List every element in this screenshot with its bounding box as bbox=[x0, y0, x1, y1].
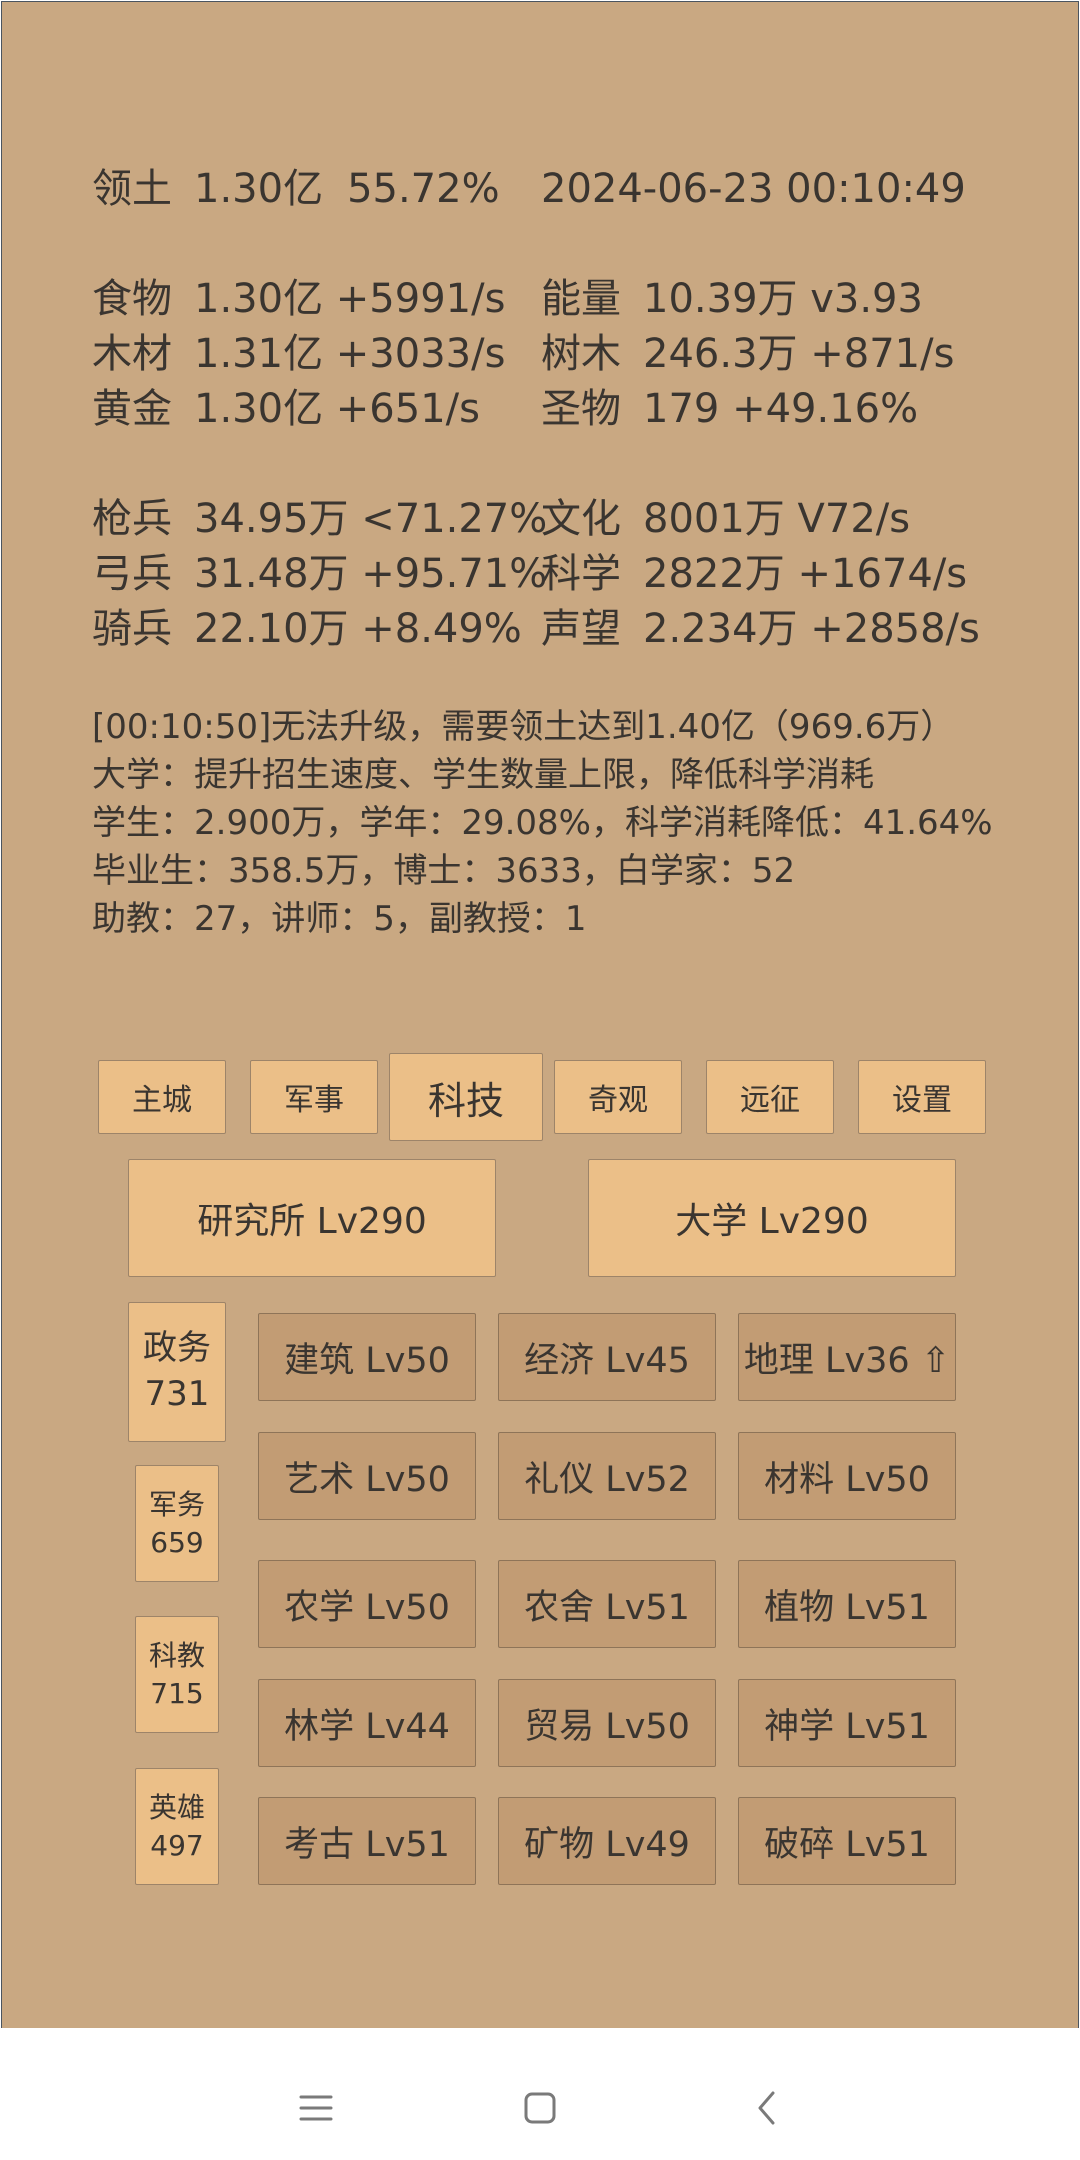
tech-trade[interactable]: 贸易 Lv50 bbox=[498, 1679, 716, 1767]
resource-energy: 能量 10.39万 v3.93 bbox=[541, 275, 923, 323]
tech-etiquette[interactable]: 礼仪 Lv52 bbox=[498, 1432, 716, 1520]
info-building-desc: 大学：提升招生速度、学生数量上限，降低科学消耗 bbox=[92, 755, 874, 795]
tech-agronomy[interactable]: 农学 Lv50 bbox=[258, 1560, 476, 1648]
tech-art[interactable]: 艺术 Lv50 bbox=[258, 1432, 476, 1520]
game-screen: 领土 1.30亿 55.72% 2024-06-23 00:10:49 食物 1.30… bbox=[1, 1, 1079, 2029]
resource-value: 1.30亿 +651/s bbox=[194, 386, 480, 432]
tech-forestry[interactable]: 林学 Lv44 bbox=[258, 1679, 476, 1767]
navigation-bar bbox=[0, 2028, 1080, 2160]
resource-trees: 树木 246.3万 +871/s bbox=[541, 330, 954, 378]
tab-technology[interactable]: 科技 bbox=[389, 1053, 543, 1141]
unit-value: 34.95万 <71.27% bbox=[194, 496, 548, 542]
home-icon[interactable] bbox=[510, 2078, 570, 2138]
resource-label: 能量 bbox=[541, 276, 621, 322]
resource-value: 246.3万 +871/s bbox=[643, 331, 955, 377]
stat-label: 声望 bbox=[541, 606, 621, 652]
territory-row: 领土 1.30亿 55.72% bbox=[92, 165, 500, 213]
tech-archaeology[interactable]: 考古 Lv51 bbox=[258, 1797, 476, 1885]
resource-relics: 圣物 179 +49.16% bbox=[541, 385, 918, 433]
territory-label: 领土 bbox=[92, 166, 172, 212]
resource-label: 木材 bbox=[92, 331, 172, 377]
info-message: [00:10:50]无法升级，需要领土达到1.40亿（969.6万） bbox=[92, 707, 955, 747]
category-count: 731 bbox=[144, 1374, 210, 1414]
resource-value: 1.31亿 +3033/s bbox=[194, 331, 506, 377]
resource-wood: 木材 1.31亿 +3033/s bbox=[92, 330, 505, 378]
resource-label: 黄金 bbox=[92, 386, 172, 432]
unit-archers: 弓兵 31.48万 +95.71% bbox=[92, 550, 547, 598]
resource-label: 食物 bbox=[92, 276, 172, 322]
tech-architecture[interactable]: 建筑 Lv50 bbox=[258, 1313, 476, 1401]
stat-value: 2.234万 +2858/s bbox=[643, 606, 980, 652]
tech-botany[interactable]: 植物 Lv51 bbox=[738, 1560, 956, 1648]
info-staff: 助教：27，讲师：5，副教授：1 bbox=[92, 899, 587, 939]
resource-value: 179 +49.16% bbox=[643, 386, 919, 432]
back-icon[interactable] bbox=[738, 2078, 798, 2138]
category-military-affairs[interactable]: 军务 659 bbox=[135, 1465, 219, 1582]
unit-spearmen: 枪兵 34.95万 <71.27% bbox=[92, 495, 547, 543]
tab-wonders[interactable]: 奇观 bbox=[554, 1060, 682, 1134]
category-count: 715 bbox=[150, 1676, 204, 1710]
tech-economy[interactable]: 经济 Lv45 bbox=[498, 1313, 716, 1401]
category-heroes[interactable]: 英雄 497 bbox=[135, 1768, 219, 1885]
resource-food: 食物 1.30亿 +5991/s bbox=[92, 275, 505, 323]
unit-value: 31.48万 +95.71% bbox=[194, 551, 548, 597]
building-research-institute[interactable]: 研究所 Lv290 bbox=[128, 1159, 496, 1277]
tab-expedition[interactable]: 远征 bbox=[706, 1060, 834, 1134]
tab-settings[interactable]: 设置 bbox=[858, 1060, 986, 1134]
tab-military[interactable]: 军事 bbox=[250, 1060, 378, 1134]
territory-value: 1.30亿 bbox=[194, 166, 324, 212]
category-name: 科教 bbox=[148, 1638, 205, 1672]
menu-icon[interactable] bbox=[286, 2078, 346, 2138]
tech-farmhouse[interactable]: 农舍 Lv51 bbox=[498, 1560, 716, 1648]
info-students: 学生：2.900万，学年：29.08%，科学消耗降低：41.64% bbox=[92, 803, 993, 843]
unit-label: 弓兵 bbox=[92, 551, 172, 597]
tech-geography[interactable]: 地理 Lv36 ⇧ bbox=[738, 1313, 956, 1401]
category-name: 军务 bbox=[148, 1487, 205, 1521]
resource-value: 10.39万 v3.93 bbox=[643, 276, 923, 322]
category-name: 英雄 bbox=[148, 1790, 205, 1824]
tech-shatter[interactable]: 破碎 Lv51 bbox=[738, 1797, 956, 1885]
stat-label: 文化 bbox=[541, 496, 621, 542]
tech-minerals[interactable]: 矿物 Lv49 bbox=[498, 1797, 716, 1885]
category-administration[interactable]: 政务 731 bbox=[128, 1302, 226, 1442]
unit-label: 枪兵 bbox=[92, 496, 172, 542]
tech-materials[interactable]: 材料 Lv50 bbox=[738, 1432, 956, 1520]
category-name: 政务 bbox=[143, 1328, 211, 1369]
unit-label: 骑兵 bbox=[92, 606, 172, 652]
building-university[interactable]: 大学 Lv290 bbox=[588, 1159, 956, 1277]
unit-value: 22.10万 +8.49% bbox=[194, 606, 522, 652]
resource-label: 树木 bbox=[541, 331, 621, 377]
resource-gold: 黄金 1.30亿 +651/s bbox=[92, 385, 480, 433]
resource-label: 圣物 bbox=[541, 386, 621, 432]
tech-theology[interactable]: 神学 Lv51 bbox=[738, 1679, 956, 1767]
stat-culture: 文化 8001万 V72/s bbox=[541, 495, 910, 543]
datetime: 2024-06-23 00:10:49 bbox=[541, 166, 966, 212]
territory-percent: 55.72% bbox=[347, 166, 500, 212]
tab-main-city[interactable]: 主城 bbox=[98, 1060, 226, 1134]
resource-value: 1.30亿 +5991/s bbox=[194, 276, 506, 322]
info-graduates: 毕业生：358.5万，博士：3633，白学家：52 bbox=[92, 851, 796, 891]
unit-cavalry: 骑兵 22.10万 +8.49% bbox=[92, 605, 522, 653]
category-count: 497 bbox=[150, 1828, 204, 1862]
stat-value: 2822万 +1674/s bbox=[643, 551, 968, 597]
stat-science: 科学 2822万 +1674/s bbox=[541, 550, 967, 598]
category-education[interactable]: 科教 715 bbox=[135, 1616, 219, 1733]
stat-label: 科学 bbox=[541, 551, 621, 597]
stat-prestige: 声望 2.234万 +2858/s bbox=[541, 605, 980, 653]
category-count: 659 bbox=[150, 1525, 204, 1559]
stat-value: 8001万 V72/s bbox=[643, 496, 911, 542]
